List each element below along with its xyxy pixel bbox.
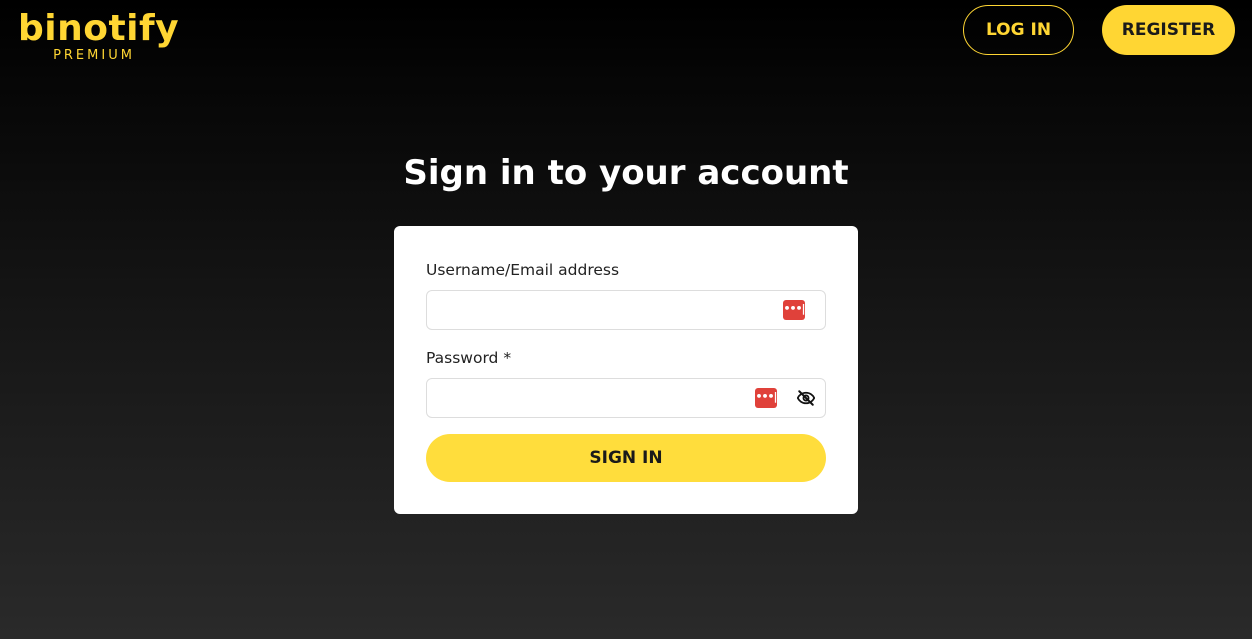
eye-off-icon[interactable] bbox=[796, 390, 816, 406]
brand-logo[interactable]: binotify PREMIUM bbox=[18, 8, 180, 64]
login-button[interactable]: LOG IN bbox=[963, 5, 1074, 55]
username-label: Username/Email address bbox=[426, 261, 620, 279]
password-field[interactable]: •••| bbox=[426, 378, 826, 419]
password-manager-icon[interactable]: •••| bbox=[755, 388, 778, 408]
signin-button[interactable]: SIGN IN bbox=[426, 434, 826, 482]
username-field[interactable]: •••| bbox=[426, 290, 826, 331]
signin-card: Username/Email address •••| Password * •… bbox=[394, 226, 858, 514]
password-manager-icon[interactable]: •••| bbox=[783, 300, 806, 320]
brand-tagline: PREMIUM bbox=[53, 48, 135, 63]
page-title: Sign in to your account bbox=[403, 153, 849, 193]
brand-name: binotify bbox=[18, 8, 180, 49]
password-label: Password * bbox=[426, 349, 512, 367]
register-button[interactable]: REGISTER bbox=[1102, 5, 1235, 55]
username-input[interactable] bbox=[437, 291, 741, 331]
password-input[interactable] bbox=[437, 379, 741, 419]
